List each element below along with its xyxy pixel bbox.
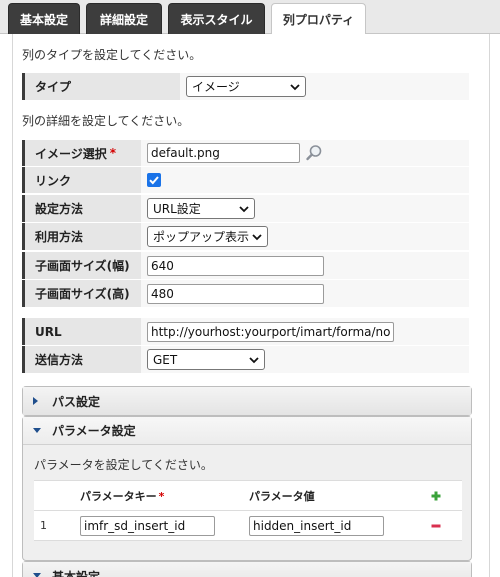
usage-label: 利用方法 bbox=[22, 223, 141, 250]
send-method-select-value: GET bbox=[153, 352, 178, 367]
path-settings-title: パス設定 bbox=[52, 394, 101, 409]
type-select[interactable]: イメージ bbox=[186, 76, 306, 97]
basic-settings-header[interactable]: 基本設定 bbox=[23, 562, 471, 577]
link-label: リンク bbox=[22, 167, 141, 193]
child-height-row: 子画面サイズ(高) bbox=[22, 280, 469, 307]
child-height-label: 子画面サイズ(高) bbox=[22, 280, 141, 307]
param-value-input[interactable] bbox=[249, 515, 384, 536]
link-label-text: リンク bbox=[35, 173, 72, 188]
basic-settings-title: 基本設定 bbox=[52, 569, 101, 577]
tab-display-style[interactable]: 表示スタイル bbox=[168, 3, 265, 34]
type-label: タイプ bbox=[22, 73, 180, 100]
type-value-cell: イメージ bbox=[180, 73, 469, 100]
child-height-cell bbox=[141, 280, 469, 307]
chevron-down-icon bbox=[252, 232, 262, 242]
method-row: 設定方法 URL設定 bbox=[22, 195, 469, 222]
url-row: URL bbox=[22, 318, 469, 345]
search-icon[interactable] bbox=[305, 144, 323, 162]
path-settings-header[interactable]: パス設定 bbox=[23, 387, 471, 415]
image-select-label-text: イメージ選択 bbox=[35, 146, 107, 161]
type-row: タイプ イメージ bbox=[22, 73, 469, 100]
url-label: URL bbox=[22, 318, 141, 345]
triangle-down-icon bbox=[32, 427, 44, 435]
child-width-label: 子画面サイズ(幅) bbox=[22, 252, 141, 279]
type-section-note: 列のタイプを設定してください。 bbox=[22, 48, 202, 62]
chevron-down-icon bbox=[290, 84, 300, 91]
parameter-table-header: パラメータキー * パラメータ値 bbox=[34, 481, 462, 511]
usage-row: 利用方法 ポップアップ表示 bbox=[22, 223, 469, 250]
type-label-text: タイプ bbox=[35, 80, 72, 94]
image-select-row: イメージ選択 * bbox=[22, 140, 469, 166]
child-height-label-text: 子画面サイズ(高) bbox=[35, 287, 130, 301]
add-icon[interactable] bbox=[431, 491, 441, 501]
usage-select-value: ポップアップ表示 bbox=[153, 230, 250, 244]
usage-select[interactable]: ポップアップ表示 bbox=[147, 226, 268, 247]
method-cell: URL設定 bbox=[141, 195, 469, 222]
method-label-text: 設定方法 bbox=[35, 202, 84, 216]
tab-label: 詳細設定 bbox=[99, 12, 148, 27]
param-key-header-text: パラメータキー bbox=[80, 489, 157, 503]
child-width-label-text: 子画面サイズ(幅) bbox=[35, 259, 130, 273]
url-cell bbox=[141, 318, 469, 345]
send-method-label-text: 送信方法 bbox=[35, 353, 84, 367]
send-method-select[interactable]: GET bbox=[147, 349, 265, 370]
basic-settings-accordion: 基本設定 bbox=[22, 561, 472, 577]
tab-label: 基本設定 bbox=[19, 12, 68, 27]
parameter-table: パラメータキー * パラメータ値 1 bbox=[34, 480, 462, 541]
image-select-label: イメージ選択 * bbox=[22, 140, 141, 166]
parameter-row: 1 bbox=[34, 511, 462, 541]
child-width-cell bbox=[141, 252, 469, 279]
parameter-note: パラメータを設定してください。 bbox=[34, 458, 213, 472]
tab-basic-settings[interactable]: 基本設定 bbox=[8, 3, 80, 34]
tab-label: 列プロパティ bbox=[282, 12, 355, 27]
parameter-row-index: 1 bbox=[40, 519, 47, 532]
tab-label: 表示スタイル bbox=[180, 12, 253, 27]
triangle-right-icon bbox=[32, 396, 44, 406]
chevron-down-icon bbox=[239, 206, 249, 213]
url-label-text: URL bbox=[35, 324, 62, 339]
usage-label-text: 利用方法 bbox=[35, 230, 84, 244]
check-icon bbox=[149, 176, 159, 185]
param-key-input[interactable] bbox=[80, 515, 215, 536]
type-select-value: イメージ bbox=[192, 80, 240, 94]
remove-icon[interactable] bbox=[431, 521, 441, 531]
link-checkbox[interactable] bbox=[147, 173, 161, 187]
required-mark: * bbox=[158, 489, 165, 503]
image-file-input[interactable] bbox=[147, 143, 300, 163]
parameter-settings-title: パラメータ設定 bbox=[52, 424, 136, 438]
method-select[interactable]: URL設定 bbox=[147, 198, 255, 219]
tab-detail-settings[interactable]: 詳細設定 bbox=[86, 3, 162, 34]
child-width-row: 子画面サイズ(幅) bbox=[22, 252, 469, 279]
tab-column-properties[interactable]: 列プロパティ bbox=[271, 3, 366, 35]
triangle-down-icon bbox=[32, 572, 44, 577]
method-label: 設定方法 bbox=[22, 195, 141, 222]
child-height-input[interactable] bbox=[147, 283, 324, 304]
child-width-input[interactable] bbox=[147, 255, 324, 276]
tab-bar: 基本設定 詳細設定 表示スタイル 列プロパティ bbox=[0, 0, 500, 35]
link-row: リンク bbox=[22, 167, 469, 193]
image-select-cell bbox=[141, 140, 469, 166]
send-method-label: 送信方法 bbox=[22, 346, 141, 373]
url-input[interactable] bbox=[147, 321, 394, 342]
parameter-settings-header[interactable]: パラメータ設定 bbox=[23, 417, 471, 445]
required-mark: * bbox=[109, 146, 117, 160]
path-settings-accordion: パス設定 bbox=[22, 386, 472, 416]
method-select-value: URL設定 bbox=[153, 202, 201, 216]
chevron-down-icon bbox=[249, 357, 259, 364]
send-method-cell: GET bbox=[141, 346, 469, 373]
param-key-header: パラメータキー * bbox=[80, 488, 249, 504]
link-cell bbox=[141, 167, 469, 193]
param-value-header: パラメータ値 bbox=[249, 489, 315, 503]
send-method-row: 送信方法 GET bbox=[22, 346, 469, 373]
usage-cell: ポップアップ表示 bbox=[141, 223, 469, 250]
detail-section-note: 列の詳細を設定してください。 bbox=[22, 114, 190, 128]
